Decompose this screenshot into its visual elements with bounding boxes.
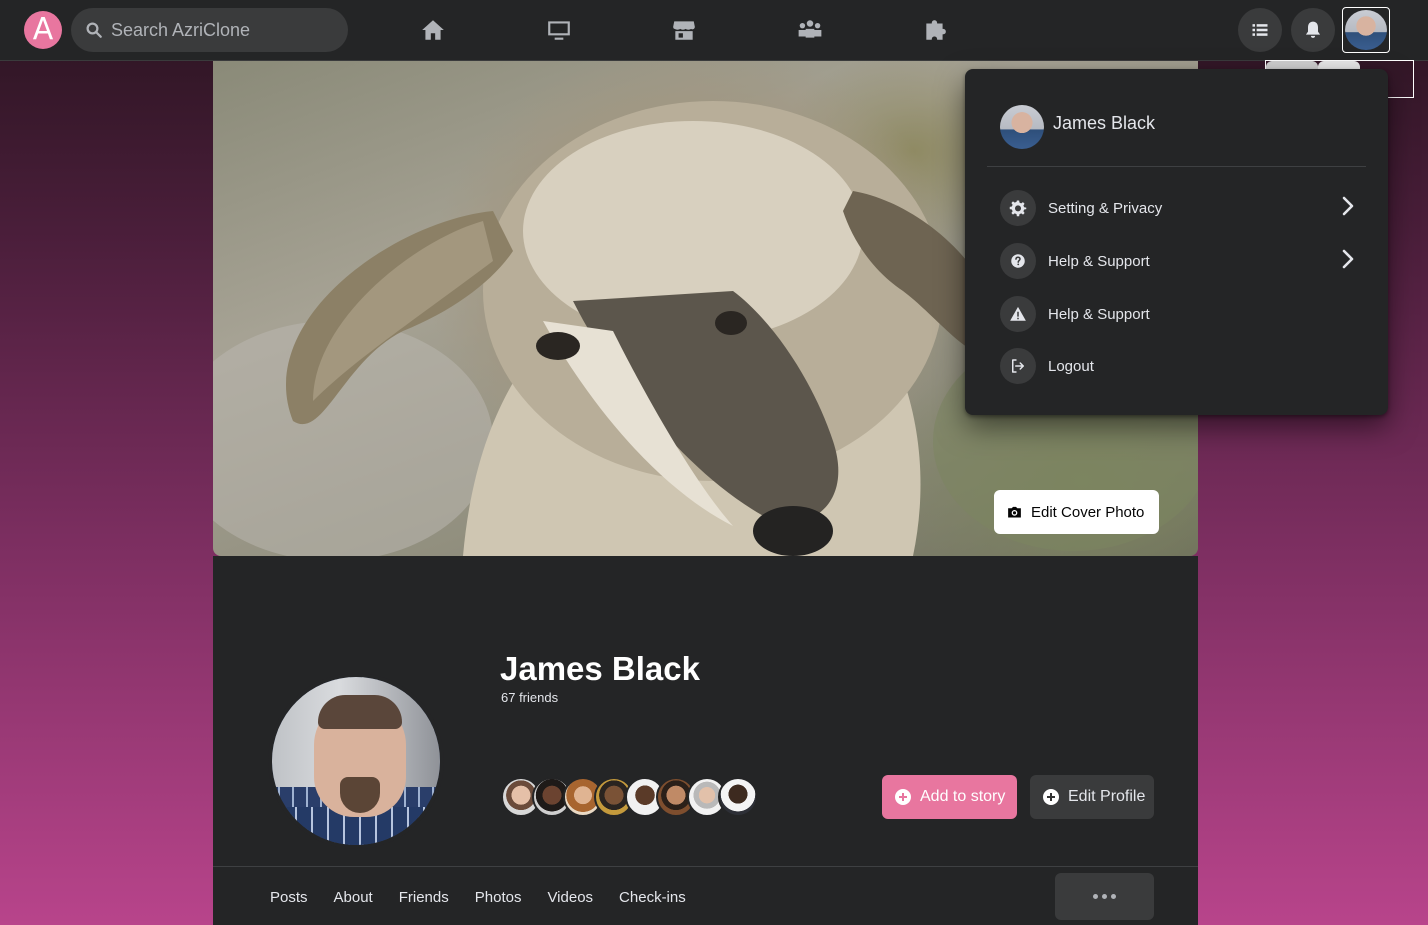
menu-item-logout[interactable]: Logout (1000, 348, 1355, 384)
friend-avatar[interactable] (718, 777, 758, 817)
add-to-story-button[interactable]: Add to story (882, 775, 1017, 819)
profile-tabs: Posts About Friends Photos Videos Check-… (270, 889, 712, 906)
home-icon[interactable] (417, 14, 449, 46)
marketplace-icon[interactable] (668, 14, 700, 46)
search-box[interactable] (71, 8, 348, 52)
gaming-icon[interactable] (919, 14, 951, 46)
dropdown-user-profile[interactable]: James Black (1000, 105, 1155, 149)
plus-circle-icon (895, 789, 911, 805)
gear-icon (1000, 190, 1036, 226)
more-options-button[interactable] (1055, 873, 1154, 920)
logout-icon (1000, 348, 1036, 384)
warning-icon (1000, 296, 1036, 332)
search-icon (86, 22, 102, 38)
menu-item-label: Logout (1048, 357, 1094, 375)
tab-photos[interactable]: Photos (475, 889, 522, 906)
divider (213, 866, 1198, 867)
edit-cover-photo-button[interactable]: Edit Cover Photo (994, 490, 1159, 534)
tab-about[interactable]: About (334, 889, 373, 906)
account-dropdown-menu: James Black Setting & Privacy Help & Sup… (965, 69, 1388, 415)
tab-friends[interactable]: Friends (399, 889, 449, 906)
tab-check-ins[interactable]: Check-ins (619, 889, 686, 906)
edit-cover-label: Edit Cover Photo (1031, 503, 1145, 521)
avatar (1345, 10, 1387, 50)
menu-list-icon[interactable] (1238, 8, 1282, 52)
add-to-story-label: Add to story (920, 788, 1006, 805)
watch-icon[interactable] (543, 14, 575, 46)
profile-name: James Black (500, 650, 700, 687)
tab-videos[interactable]: Videos (547, 889, 593, 906)
friends-count[interactable]: 67 friends (501, 690, 558, 705)
groups-icon[interactable] (794, 14, 826, 46)
menu-item-help-support-2[interactable]: Help & Support (1000, 296, 1355, 332)
menu-item-label: Help & Support (1048, 305, 1150, 323)
account-avatar-button[interactable] (1342, 7, 1390, 53)
profile-picture[interactable] (268, 673, 444, 849)
chevron-right-icon (1341, 248, 1355, 275)
profile-header: James Black 67 friends Add to story Edit… (213, 556, 1198, 925)
dots-icon (1093, 894, 1098, 899)
plus-circle-icon (1043, 789, 1059, 805)
edit-profile-button[interactable]: Edit Profile (1030, 775, 1154, 819)
question-icon (1000, 243, 1036, 279)
menu-item-help-support[interactable]: Help & Support (1000, 243, 1355, 279)
avatar (1000, 105, 1044, 149)
chevron-right-icon (1341, 195, 1355, 222)
edit-profile-label: Edit Profile (1068, 788, 1146, 805)
top-navbar: A (0, 0, 1428, 61)
menu-item-label: Help & Support (1048, 252, 1150, 270)
divider (987, 166, 1366, 167)
bell-icon[interactable] (1291, 8, 1335, 52)
search-input[interactable] (111, 19, 331, 41)
camera-icon (1008, 506, 1021, 517)
app-logo[interactable]: A (24, 11, 62, 49)
menu-item-settings-privacy[interactable]: Setting & Privacy (1000, 190, 1355, 226)
dropdown-user-name: James Black (1053, 112, 1156, 133)
menu-item-label: Setting & Privacy (1048, 199, 1163, 217)
tab-posts[interactable]: Posts (270, 889, 308, 906)
